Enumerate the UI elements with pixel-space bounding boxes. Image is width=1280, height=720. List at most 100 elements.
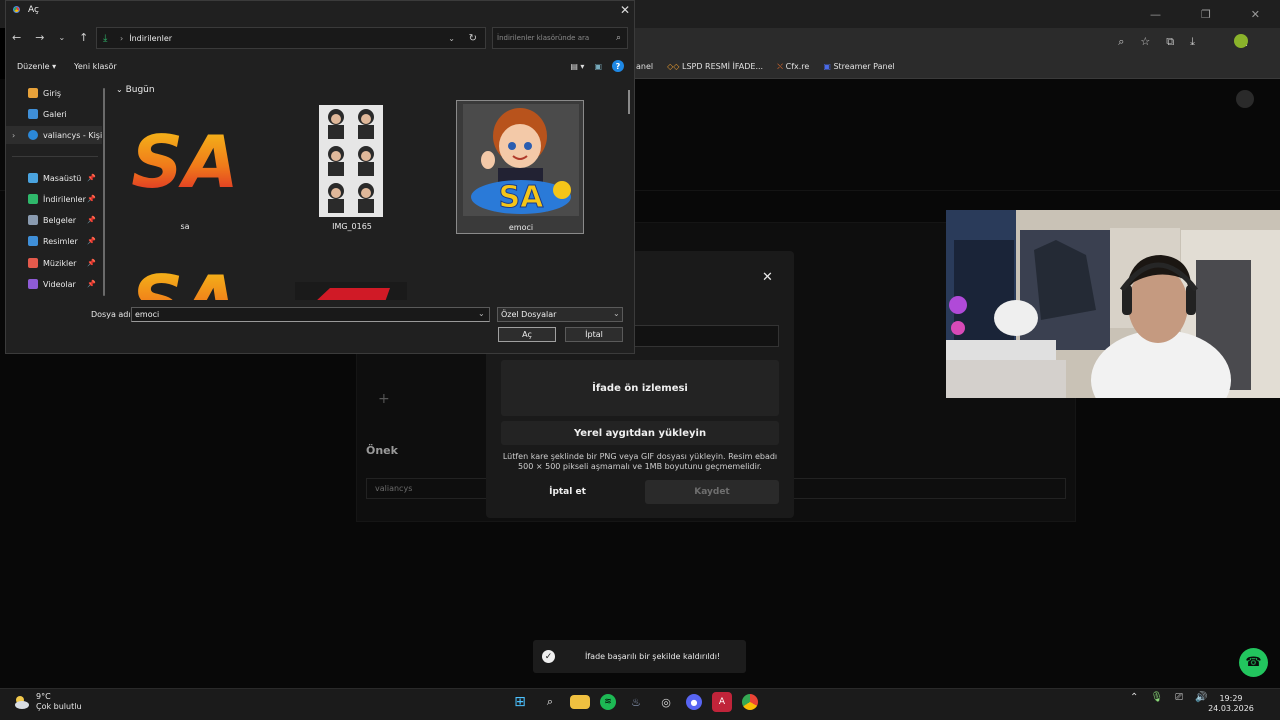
chevron-right-icon[interactable]: ›: [12, 131, 15, 140]
documents-icon: [28, 215, 38, 225]
upload-local-button[interactable]: Yerel aygıtdan yükleyin: [501, 421, 779, 445]
help-icon[interactable]: ?: [612, 60, 624, 72]
network-icon[interactable]: ⎚: [1175, 692, 1183, 703]
maximize-icon[interactable]: ❐: [1201, 8, 1211, 21]
zoom-icon[interactable]: ⌕: [1118, 35, 1124, 49]
nav-item-desktop[interactable]: Masaüstü 📌: [6, 169, 102, 187]
profile-avatar[interactable]: [1234, 34, 1248, 48]
file-thumbnail: SA: [121, 242, 249, 300]
emote-preview: İfade ön izlemesi: [501, 360, 779, 416]
upload-hint: Lütfen kare şeklinde bir PNG veya GIF do…: [502, 452, 778, 471]
weather-icon: [15, 696, 29, 709]
scrollbar[interactable]: [628, 90, 630, 114]
cancel-button[interactable]: İptal et: [520, 482, 615, 502]
view-options-icon[interactable]: ▤ ▾: [570, 62, 584, 71]
time: 19:29: [1219, 694, 1243, 703]
bookmarks-bar: anel ◇◇ LSPD RESMİ İFADE... ⛌ Cfx.re ▣ S…: [634, 55, 1280, 79]
chevron-down-icon[interactable]: ⌄: [58, 33, 65, 44]
chevron-up-icon[interactable]: ⌃: [1130, 692, 1138, 703]
forward-icon[interactable]: →: [35, 31, 44, 44]
search-icon[interactable]: ⌕: [540, 692, 560, 712]
download-icon[interactable]: ⤓: [1190, 35, 1195, 49]
chevron-down-icon[interactable]: ⌄: [448, 34, 455, 43]
organize-button[interactable]: Düzenle ▾: [17, 62, 56, 71]
up-icon[interactable]: ↑: [79, 31, 88, 44]
weather-widget[interactable]: 9°C Çok bulutlu: [12, 692, 82, 712]
taskbar-apps: ⊞ ⌕ ≋ ♨ ◎ ● A: [510, 692, 758, 712]
pin-icon: 📌: [87, 216, 96, 224]
bookmark-item[interactable]: anel: [636, 62, 653, 71]
extensions-icon[interactable]: ⧉: [1166, 35, 1174, 49]
nav-item-music[interactable]: Müzikler 📌: [6, 254, 102, 272]
steam-icon[interactable]: ♨: [626, 692, 646, 712]
window-controls: — ❐ ✕: [1130, 0, 1280, 28]
user-avatar[interactable]: [1236, 90, 1254, 108]
gallery-icon: [28, 109, 38, 119]
nav-item-onedrive[interactable]: › valiancys - Kişisel: [6, 126, 102, 144]
filetype-select[interactable]: Özel Dosyalar: [497, 307, 623, 322]
close-window-icon[interactable]: ✕: [1251, 8, 1260, 21]
filename-input[interactable]: emoci: [131, 307, 490, 322]
discord-icon[interactable]: ●: [686, 694, 702, 710]
file-explorer-icon[interactable]: [570, 695, 590, 709]
nav-item-downloads[interactable]: İndirilenler 📌: [6, 190, 102, 208]
group-header[interactable]: ⌄ Bugün: [116, 85, 155, 95]
file-item-img-0165[interactable]: IMG_0165: [288, 102, 416, 236]
search-input[interactable]: İndirilenler klasöründe ara ⌕: [492, 27, 628, 49]
navigation-buttons: ← → ⌄ ↑: [12, 31, 88, 44]
bookmark-item[interactable]: ◇◇ LSPD RESMİ İFADE...: [667, 62, 763, 71]
refresh-icon[interactable]: ↻: [469, 33, 477, 44]
nav-item-home[interactable]: Giriş: [6, 84, 102, 102]
file-item-sa[interactable]: SA sa: [121, 102, 249, 236]
cancel-button[interactable]: İptal: [565, 327, 623, 342]
file-item-partial[interactable]: SA: [121, 242, 249, 300]
browser-toolbar-icons: ⌕ ☆ ⧉ ⤓ ⋮: [1118, 28, 1252, 55]
new-folder-button[interactable]: Yeni klasör: [74, 62, 117, 71]
star-icon[interactable]: ☆: [1140, 35, 1150, 48]
volume-icon[interactable]: 🔊: [1195, 692, 1207, 703]
date: 24.03.2026: [1208, 704, 1254, 713]
minimize-icon[interactable]: —: [1150, 8, 1161, 21]
clock[interactable]: 19:29 24.03.2026: [1208, 694, 1254, 714]
preview-pane-icon[interactable]: ▣: [594, 62, 602, 71]
file-item-emoci[interactable]: SA emoci: [456, 100, 584, 234]
weather-condition: Çok bulutlu: [36, 702, 82, 711]
bookmark-item[interactable]: ▣ Streamer Panel: [823, 62, 894, 71]
save-button[interactable]: Kaydet: [645, 480, 779, 504]
address-path-bar[interactable]: ⤓ › İndirilenler ⌄ ↻: [96, 27, 486, 49]
pin-icon: 📌: [87, 195, 96, 203]
bookmark-item[interactable]: ⛌ Cfx.re: [777, 62, 809, 72]
nav-item-videos[interactable]: Videolar 📌: [6, 275, 102, 293]
svg-text:SA: SA: [131, 260, 239, 300]
path-segment[interactable]: İndirilenler: [129, 34, 172, 43]
microphone-icon[interactable]: 🎙: [1150, 692, 1163, 703]
app-icon[interactable]: A: [712, 692, 732, 712]
nav-item-documents[interactable]: Belgeler 📌: [6, 211, 102, 229]
scrollbar[interactable]: [103, 88, 105, 296]
cfx-icon: ⛌: [777, 61, 786, 71]
chevron-down-icon[interactable]: ⌄: [478, 309, 485, 318]
nav-item-gallery[interactable]: Galeri: [6, 105, 102, 123]
spotify-icon[interactable]: ≋: [600, 694, 616, 710]
obs-icon[interactable]: ◎: [656, 692, 676, 712]
pin-icon: 📌: [87, 237, 96, 245]
file-list: ⌄ Bugün SA sa IMG_0165 SA emoci: [110, 82, 630, 300]
success-toast: ✓ İfade başarılı bir şekilde kaldırıldı!: [533, 640, 746, 673]
support-chat-icon[interactable]: ☎: [1239, 648, 1268, 677]
temperature: 9°C: [36, 692, 51, 701]
add-emote-icon[interactable]: +: [378, 391, 390, 407]
search-icon[interactable]: ⌕: [616, 33, 621, 43]
chevron-down-icon[interactable]: ⌄: [613, 309, 620, 318]
file-thumbnail: [288, 102, 416, 220]
bookmark-icon: ◇◇: [667, 62, 682, 71]
start-icon[interactable]: ⊞: [510, 692, 530, 712]
file-item-partial[interactable]: [295, 282, 423, 300]
close-icon[interactable]: ✕: [762, 270, 773, 285]
back-icon[interactable]: ←: [12, 31, 21, 44]
close-icon[interactable]: ✕: [620, 3, 630, 17]
onedrive-icon: [28, 130, 38, 140]
dialog-title: Aç: [28, 4, 39, 15]
nav-item-pictures[interactable]: Resimler 📌: [6, 232, 102, 250]
open-button[interactable]: Aç: [498, 327, 556, 342]
chrome-icon[interactable]: [742, 694, 758, 710]
